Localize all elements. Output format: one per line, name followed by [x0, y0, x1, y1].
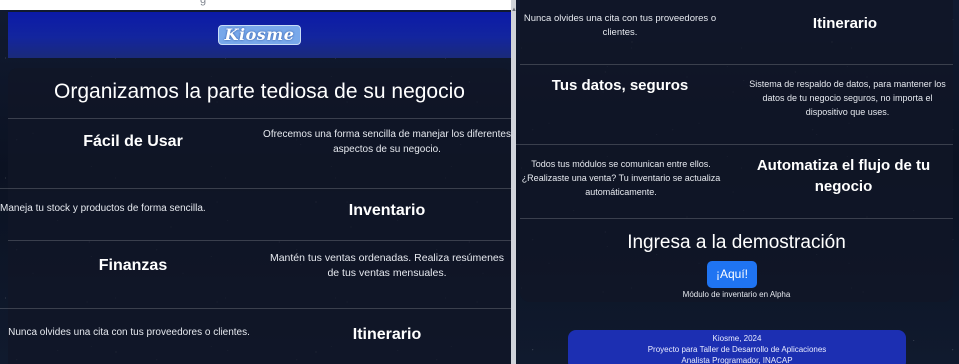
feature-heading: Itinerario: [352, 326, 422, 343]
site-header: Kiosme: [8, 12, 511, 58]
site-footer: Kiosme, 2024 Proyecto para Taller de Des…: [568, 330, 906, 364]
feature-text: Nunca olvides una cita con tus proveedor…: [8, 327, 250, 338]
demo-note: Módulo de inventario en Alpha: [682, 290, 791, 299]
feature-heading: Itinerario: [812, 15, 878, 32]
feature-row: Nunca olvides una cita con tus proveedor…: [0, 308, 511, 364]
feature-heading: Fácil de Usar: [83, 133, 183, 150]
left-screenshot: Kiosme Organizamos la parte tediosa de s…: [0, 10, 511, 364]
demo-section: Ingresa a la demostración ¡Aquí! Módulo …: [520, 218, 953, 303]
cropped-caption: g: [200, 0, 207, 6]
feature-text: Sistema de respaldo de datos, para mante…: [749, 79, 946, 117]
feature-heading: Automatiza el flujo de tu negocio: [756, 157, 931, 195]
kiosme-logo[interactable]: Kiosme: [217, 25, 302, 45]
right-screenshot: Nunca olvides una cita con tus proveedor…: [516, 0, 959, 364]
features-panel: Organizamos la parte tediosa de su negoc…: [0, 68, 511, 364]
feature-text: Mantén tus ventas ordenadas. Realiza res…: [269, 252, 505, 279]
feature-heading: Finanzas: [98, 257, 168, 274]
feature-row: Finanzas Mantén tus ventas ordenadas. Re…: [8, 240, 511, 309]
features-panel-continued: Nunca olvides una cita con tus proveedor…: [516, 0, 953, 303]
feature-row: Nunca olvides una cita con tus proveedor…: [520, 0, 953, 64]
demo-title: Ingresa a la demostración: [627, 232, 846, 253]
feature-row: Todos tus módulos se comunican entre ell…: [516, 144, 953, 219]
feature-text: Nunca olvides una cita con tus proveedor…: [523, 13, 717, 38]
screenshot-canvas: g Kiosme Organizamos la parte tediosa de…: [0, 0, 959, 364]
feature-text: Todos tus módulos se comunican entre ell…: [521, 159, 721, 197]
feature-text: Ofrecemos una forma sencilla de manejar …: [263, 129, 511, 155]
feature-row: Fácil de Usar Ofrecemos una forma sencil…: [8, 118, 511, 189]
feature-row: Maneja tu stock y productos de forma sen…: [0, 188, 511, 241]
feature-text: Maneja tu stock y productos de forma sen…: [0, 203, 206, 214]
feature-row: Tus datos, seguros Sistema de respaldo d…: [520, 64, 953, 145]
footer-line: Kiosme, 2024: [712, 334, 762, 343]
features-headline: Organizamos la parte tediosa de su negoc…: [54, 80, 465, 103]
feature-heading: Tus datos, seguros: [551, 77, 689, 94]
footer-line: Proyecto para Taller de Desarrollo de Ap…: [647, 345, 827, 354]
demo-button[interactable]: ¡Aquí!: [707, 261, 757, 288]
footer-line: Analista Programador, INACAP: [681, 356, 793, 364]
feature-heading: Inventario: [348, 202, 426, 219]
